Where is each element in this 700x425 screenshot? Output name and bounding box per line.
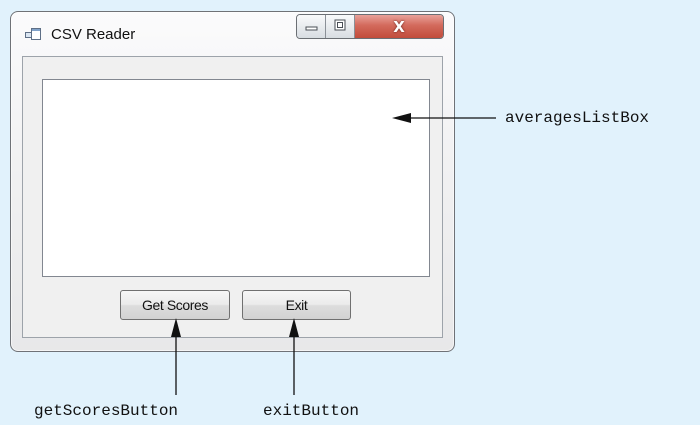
exit-button[interactable]: Exit <box>242 290 351 320</box>
exit-button-callout: exitButton <box>263 402 360 420</box>
maximize-button[interactable] <box>326 15 355 38</box>
form-client-area: Get Scores Exit <box>22 56 443 338</box>
title-bar[interactable]: CSV Reader X <box>11 12 454 56</box>
minimize-icon <box>305 18 318 36</box>
averages-list-box[interactable] <box>42 79 430 277</box>
close-icon: X <box>393 17 405 36</box>
get-scores-button-callout: getScoresButton <box>34 402 179 420</box>
csv-reader-window: CSV Reader X Get Scores Exit <box>10 11 455 352</box>
window-title: CSV Reader <box>51 26 136 43</box>
get-scores-button[interactable]: Get Scores <box>120 290 230 320</box>
window-controls: X <box>296 14 444 39</box>
minimize-button[interactable] <box>297 15 326 38</box>
maximize-icon <box>334 18 346 36</box>
window-app-icon <box>25 28 41 42</box>
close-button[interactable]: X <box>355 15 443 38</box>
averages-list-box-callout: averagesListBox <box>505 109 650 127</box>
